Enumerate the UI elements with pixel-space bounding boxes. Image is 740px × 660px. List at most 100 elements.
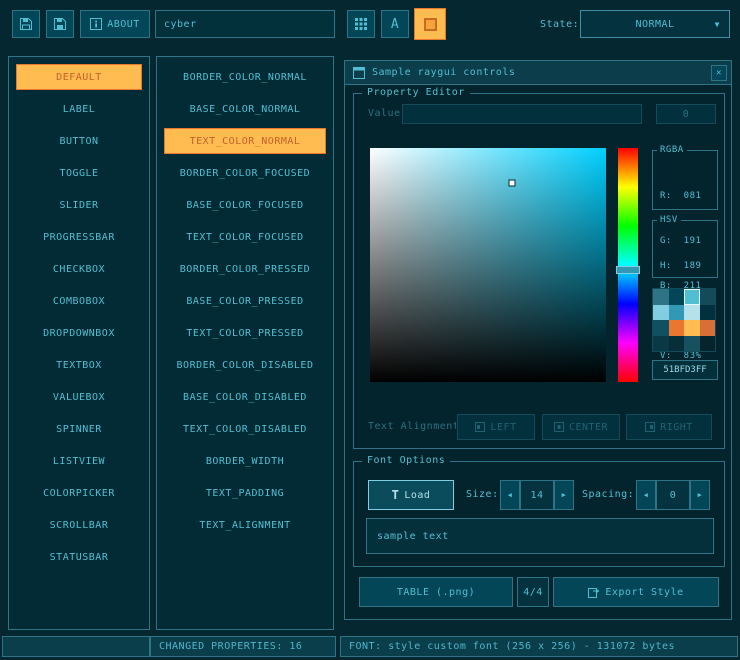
color-swatch[interactable] [700, 320, 716, 336]
color-swatch[interactable] [684, 320, 700, 336]
spacing-label: Spacing: [582, 489, 634, 500]
property-list-item[interactable]: TEXT_ALIGNMENT [164, 512, 326, 538]
controls-list: DEFAULT LABEL BUTTON TOGGLE SLIDER PROGR… [8, 56, 150, 630]
color-picker-marker[interactable] [508, 180, 515, 187]
properties-list: BORDER_COLOR_NORMAL BASE_COLOR_NORMAL TE… [156, 56, 334, 630]
control-list-item[interactable]: LABEL [16, 96, 142, 122]
chevron-right-icon: ▶ [698, 491, 703, 499]
color-swatch[interactable] [653, 305, 669, 321]
floppy-save-icon [53, 17, 67, 31]
hue-slider[interactable] [618, 148, 638, 382]
hsv-group-label: HSV [657, 215, 681, 225]
load-style-button[interactable] [12, 10, 40, 38]
control-list-item[interactable]: PROGRESSBAR [16, 224, 142, 250]
property-list-item[interactable]: BASE_COLOR_FOCUSED [164, 192, 326, 218]
property-editor-group: Property Editor Value: 0 RGBA R: 081 G: … [353, 93, 725, 449]
align-left-icon [475, 422, 485, 432]
window-title: Sample raygui controls [372, 67, 515, 78]
control-list-item[interactable]: SLIDER [16, 192, 142, 218]
control-list-item[interactable]: DROPDOWNBOX [16, 320, 142, 346]
control-list-item[interactable]: VALUEBOX [16, 384, 142, 410]
control-list-item[interactable]: BUTTON [16, 128, 142, 154]
hue-slider-handle[interactable] [616, 266, 640, 274]
color-swatch[interactable] [684, 305, 700, 321]
statusbar-font-info: FONT: style custom font (256 x 256) - 13… [340, 636, 738, 657]
control-list-item[interactable]: COLORPICKER [16, 480, 142, 506]
color-swatch[interactable] [669, 289, 685, 305]
size-decrease-button[interactable]: ◀ [500, 480, 520, 510]
property-list-item[interactable]: BORDER_COLOR_NORMAL [164, 64, 326, 90]
control-list-item[interactable]: DEFAULT [16, 64, 142, 90]
statusbar-left [2, 636, 150, 657]
floppy-icon [19, 17, 33, 31]
property-list-item[interactable]: BORDER_COLOR_DISABLED [164, 352, 326, 378]
style-name-input[interactable] [155, 10, 335, 38]
export-style-button[interactable]: Export Style [553, 577, 719, 607]
property-list-item[interactable]: TEXT_COLOR_FOCUSED [164, 224, 326, 250]
state-dropdown[interactable]: NORMAL ▼ [580, 10, 730, 38]
align-left-button[interactable]: LEFT [457, 414, 535, 440]
font-load-button[interactable]: T Load [368, 480, 454, 510]
size-increase-button[interactable]: ▶ [554, 480, 574, 510]
style-color-palette [652, 288, 716, 352]
property-list-item[interactable]: BORDER_COLOR_PRESSED [164, 256, 326, 282]
property-list-item[interactable]: TEXT_COLOR_PRESSED [164, 320, 326, 346]
property-list-item[interactable]: TEXT_PADDING [164, 480, 326, 506]
control-list-item[interactable]: SCROLLBAR [16, 512, 142, 538]
close-icon[interactable]: ✕ [711, 65, 727, 81]
color-square-icon [424, 18, 437, 31]
property-list-item[interactable]: TEXT_COLOR_NORMAL [164, 128, 326, 154]
table-png-button[interactable]: TABLE (.png) [359, 577, 513, 607]
statusbar-changed-properties: CHANGED PROPERTIES: 16 [150, 636, 336, 657]
color-swatch[interactable] [669, 320, 685, 336]
color-swatch[interactable] [684, 336, 700, 352]
color-swatch[interactable] [653, 320, 669, 336]
value-input[interactable] [402, 104, 642, 124]
property-list-item[interactable]: BASE_COLOR_NORMAL [164, 96, 326, 122]
color-edit-toggle-button[interactable] [414, 8, 446, 40]
save-style-button[interactable] [46, 10, 74, 38]
control-list-item[interactable]: CHECKBOX [16, 256, 142, 282]
color-swatch[interactable] [684, 289, 700, 305]
align-right-button[interactable]: RIGHT [626, 414, 712, 440]
grid-icon [354, 17, 368, 31]
color-swatch[interactable] [653, 289, 669, 305]
about-button[interactable]: ABOUT [80, 10, 150, 38]
state-label: State: [540, 19, 579, 30]
color-picker-area[interactable] [370, 148, 606, 382]
property-list-item[interactable]: BORDER_WIDTH [164, 448, 326, 474]
sample-text-input[interactable] [366, 518, 714, 554]
color-swatch[interactable] [700, 305, 716, 321]
style-table-button[interactable] [347, 10, 375, 38]
window-titlebar[interactable]: Sample raygui controls ✕ [345, 61, 731, 85]
hex-color-value[interactable]: 51BFD3FF [652, 360, 718, 380]
control-list-item[interactable]: SPINNER [16, 416, 142, 442]
property-list-item[interactable]: TEXT_COLOR_DISABLED [164, 416, 326, 442]
property-list-item[interactable]: BASE_COLOR_PRESSED [164, 288, 326, 314]
rgba-r-value: R: 081 [660, 189, 713, 204]
chevron-right-icon: ▶ [562, 491, 567, 499]
pages-value-box[interactable]: 4/4 [517, 577, 549, 607]
control-list-item[interactable]: LISTVIEW [16, 448, 142, 474]
spacing-increase-button[interactable]: ▶ [690, 480, 710, 510]
control-list-item[interactable]: STATUSBAR [16, 544, 142, 570]
property-list-item[interactable]: BORDER_COLOR_FOCUSED [164, 160, 326, 186]
color-swatch[interactable] [700, 336, 716, 352]
size-value-box[interactable]: 14 [520, 480, 554, 510]
spacing-value-box[interactable]: 0 [656, 480, 690, 510]
font-settings-button[interactable]: A [381, 10, 409, 38]
control-list-item[interactable]: COMBOBOX [16, 288, 142, 314]
spacing-decrease-button[interactable]: ◀ [636, 480, 656, 510]
align-center-button[interactable]: CENTER [542, 414, 620, 440]
export-icon [588, 586, 600, 598]
value-zero-button[interactable]: 0 [656, 104, 716, 124]
control-list-item[interactable]: TOGGLE [16, 160, 142, 186]
color-swatch[interactable] [669, 336, 685, 352]
text-alignment-label: Text Alignment: [368, 421, 456, 432]
color-swatch[interactable] [669, 305, 685, 321]
align-center-icon [554, 422, 564, 432]
color-swatch[interactable] [653, 336, 669, 352]
control-list-item[interactable]: TEXTBOX [16, 352, 142, 378]
color-swatch[interactable] [700, 289, 716, 305]
property-list-item[interactable]: BASE_COLOR_DISABLED [164, 384, 326, 410]
